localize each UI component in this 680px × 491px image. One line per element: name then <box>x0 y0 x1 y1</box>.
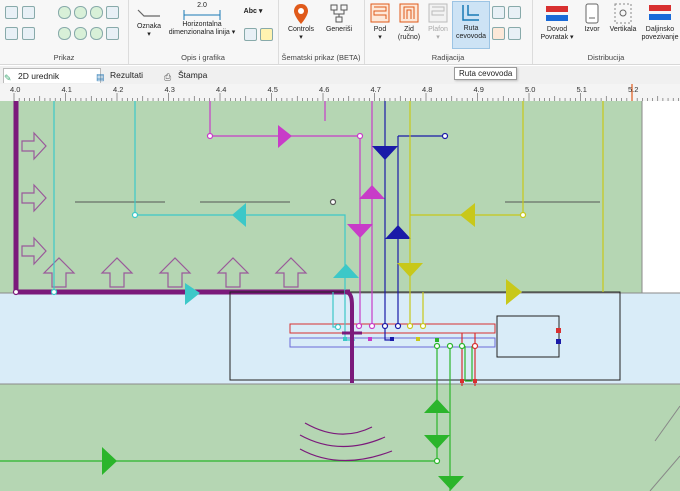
highlight-icon[interactable] <box>260 28 273 41</box>
horizontal-ruler: 4.0 4.1 4.2 4.3 4.4 4.5 4.6 4.7 4.8 4.9 5.0 5.1 5.2 <box>0 84 680 102</box>
group-label-prikaz: Prikaz <box>53 53 75 62</box>
zoom-next-icon[interactable] <box>90 27 103 40</box>
ribbon: Prikaz Oznaka ▾ 2.0 Horizontalna dimenzio… <box>0 0 680 65</box>
drawing-canvas[interactable] <box>0 101 680 491</box>
ruta-cevovoda-button[interactable]: Ruta cevovoda <box>452 1 490 49</box>
ruler-label: 4.7 <box>370 85 381 94</box>
refresh-icon[interactable] <box>106 27 119 40</box>
vertikala-button[interactable]: Vertikala <box>606 3 640 34</box>
tab-rezultati[interactable]: ▤ Rezultati <box>96 68 168 82</box>
ruler-label: 4.8 <box>422 85 433 94</box>
group-label-opis: Opis i grafika <box>181 53 225 62</box>
ruler-label: 4.1 <box>61 85 72 94</box>
tooltip: Ruta cevovoda <box>454 67 518 80</box>
ruler-label: 5.2 <box>628 85 639 94</box>
pipe-route-icon <box>462 5 479 21</box>
pencil-icon: ✎ <box>4 73 12 83</box>
panel-icon[interactable] <box>508 6 521 19</box>
ruler-label: 5.0 <box>525 85 536 94</box>
zoom-all-icon[interactable] <box>106 6 119 19</box>
group-label-radijacija: Radijacija <box>431 53 465 62</box>
dim-value: 2.0 <box>197 2 207 9</box>
printer-icon: ⎙ <box>164 72 172 82</box>
supply-return-icon <box>546 6 568 21</box>
controls-button[interactable]: Controls ▾ <box>284 3 318 42</box>
dimension-icon <box>183 10 221 20</box>
ruler-label: 4.3 <box>164 85 175 94</box>
group-prikaz: Prikaz <box>0 0 129 64</box>
wall-heating-icon <box>399 3 419 23</box>
group-label-sematski: Šematski prikaz (BETA) <box>281 53 361 62</box>
izvor-button[interactable]: Izvor <box>580 3 604 34</box>
plafon-button: Plafon ▾ <box>424 3 452 42</box>
group-opis: Oznaka ▾ 2.0 Horizontalna dimenzionalna l… <box>128 0 279 64</box>
view-icon-2[interactable] <box>22 6 35 19</box>
view-icon-4[interactable] <box>22 27 35 40</box>
group-label-distribucija: Distribucija <box>587 53 625 62</box>
riser-icon <box>614 3 632 24</box>
view-icon-3[interactable] <box>5 27 18 40</box>
generisi-button[interactable]: Generiši <box>322 3 356 34</box>
zoom-window-icon[interactable] <box>90 6 103 19</box>
oznaka-button[interactable]: Oznaka ▾ <box>132 4 166 39</box>
ruler-label: 4.0 <box>10 85 21 94</box>
zoom-out-icon[interactable] <box>74 6 87 19</box>
group-distribucija: Dovod Povratak ▾ Izvor Vertikala Daljins… <box>532 0 680 64</box>
tab-stampa[interactable]: ⎙ Štampa <box>164 68 236 82</box>
ruler-label: 4.9 <box>473 85 484 94</box>
ruler-label: 4.4 <box>216 85 227 94</box>
pod-button[interactable]: Pod ▾ <box>366 3 394 42</box>
chart-icon[interactable] <box>492 27 505 40</box>
group-radijacija: Pod ▾ Zid (ručno) Plafon ▾ Ruta cevovoda R… <box>364 0 533 64</box>
tab-2d-editor[interactable]: ✎ 2D urednik <box>3 68 101 83</box>
document-tabs: ✎ 2D urednik ▤ Rezultati ⎙ Štampa <box>0 66 680 85</box>
room-upper <box>0 101 642 293</box>
results-icon: ▤ <box>96 72 105 82</box>
floor-heating-icon <box>370 3 390 23</box>
room-upper-right <box>642 101 680 293</box>
boiler-icon <box>585 3 599 24</box>
group-sematski: Controls ▾ Generiši Šematski prikaz (BETA… <box>278 0 365 64</box>
horizontalna-button[interactable]: 2.0 Horizontalna dimenzionalna linija ▾ <box>166 2 238 37</box>
ruler-label: 5.1 <box>576 85 587 94</box>
zoom-prev-icon[interactable] <box>74 27 87 40</box>
remote-connection-icon <box>649 5 671 20</box>
pan-icon[interactable] <box>58 27 71 40</box>
schematic-icon <box>330 4 348 23</box>
ruler-label: 4.6 <box>319 85 330 94</box>
collector-icon[interactable] <box>492 6 505 19</box>
zoom-in-icon[interactable] <box>58 6 71 19</box>
ruler-label: 4.5 <box>267 85 278 94</box>
dovod-button[interactable]: Dovod Povratak ▾ <box>536 3 578 42</box>
text-button[interactable]: Abc ▾ <box>240 8 266 16</box>
ceiling-heating-icon <box>428 3 448 23</box>
label-icon <box>137 9 160 17</box>
zid-button[interactable]: Zid (ručno) <box>394 3 424 42</box>
list-icon[interactable] <box>508 27 521 40</box>
daljinsko-button[interactable]: Daljinsko povezivanje <box>640 3 680 42</box>
view-icon-1[interactable] <box>5 6 18 19</box>
ruler-label: 4.2 <box>113 85 124 94</box>
table-icon[interactable] <box>244 28 257 41</box>
map-pin-icon <box>294 4 308 24</box>
